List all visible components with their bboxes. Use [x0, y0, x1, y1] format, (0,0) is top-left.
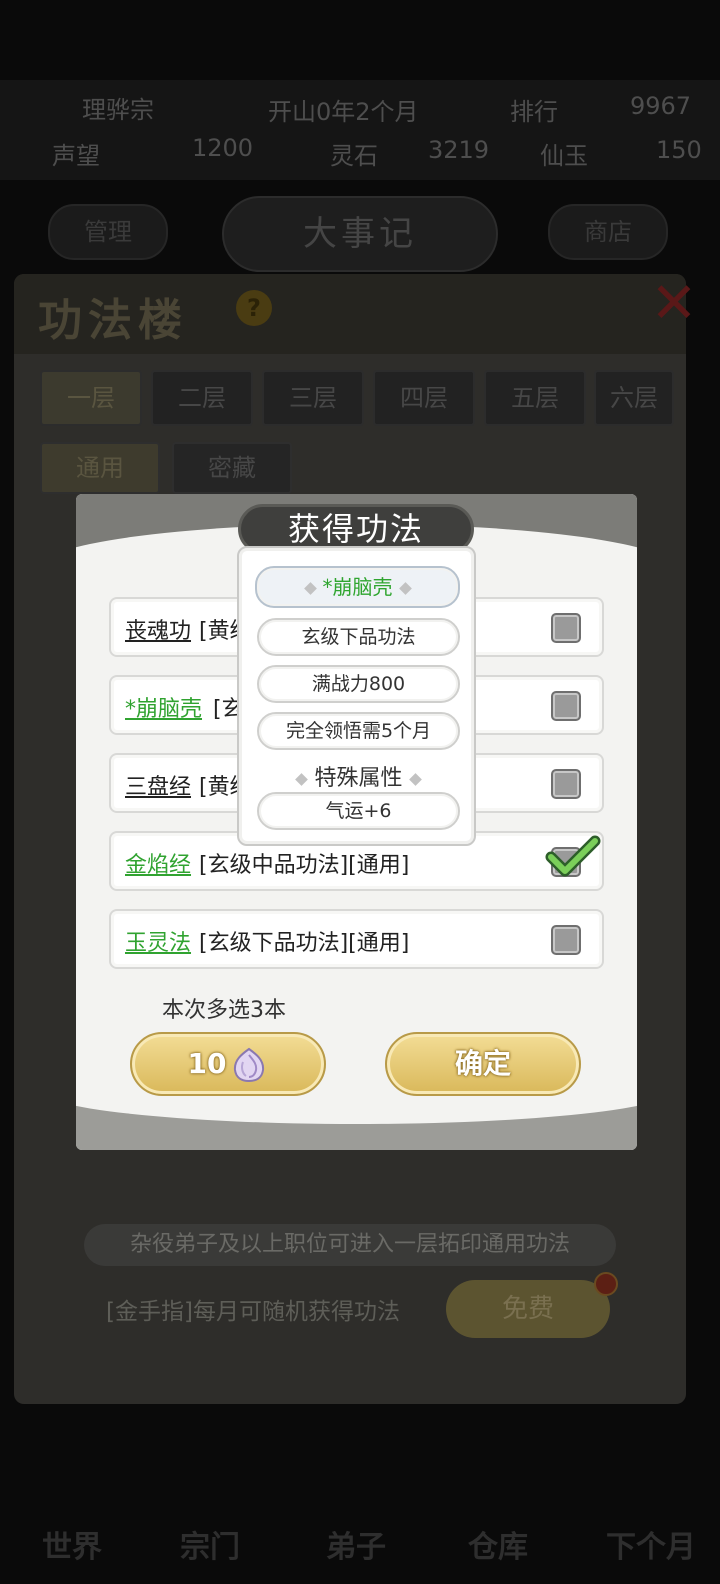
select-checkbox[interactable]	[551, 691, 581, 721]
select-checkbox[interactable]	[551, 613, 581, 643]
multi-select-text: 本次多选3本	[162, 998, 286, 1023]
stat2-value: 3219	[428, 136, 490, 164]
close-icon[interactable]: ✕	[644, 274, 704, 334]
select-checkbox[interactable]	[551, 769, 581, 799]
score-value: 9967	[630, 92, 692, 120]
technique-name[interactable]: 三盘经	[125, 769, 191, 801]
floor-tab-1[interactable]: 一层	[40, 370, 142, 426]
notification-dot	[594, 1272, 618, 1296]
events-title[interactable]: 大事记	[222, 196, 498, 272]
hall-title: 功法楼	[38, 295, 188, 346]
tooltip-name-pill: *崩脑壳	[255, 566, 460, 608]
nav-next-month[interactable]: 下个月	[586, 1522, 716, 1566]
stat2-label: 灵石	[330, 142, 378, 170]
free-button[interactable]: 免费	[446, 1280, 610, 1338]
stat3-value: 150	[656, 136, 702, 164]
nav-disciples[interactable]: 弟子	[296, 1522, 416, 1566]
spirit-crystal-icon	[234, 1047, 265, 1083]
technique-name[interactable]: 丧魂功	[125, 613, 191, 645]
tooltip-attribute: 气运+6	[257, 792, 460, 830]
tooltip-comprehend: 完全领悟需5个月	[257, 712, 460, 750]
technique-tags: [玄级中品功法][通用]	[199, 853, 410, 878]
tab-secret[interactable]: 密藏	[172, 442, 292, 494]
shop-button[interactable]: 商店	[548, 204, 668, 260]
checkmark-icon	[545, 835, 601, 877]
golden-finger-text: [金手指]每月可随机获得功法	[106, 1299, 400, 1325]
ranking-label[interactable]: 排行	[510, 92, 558, 127]
technique-tags: [玄级下品功法][通用]	[199, 931, 410, 956]
refresh-cost: 10	[187, 1047, 227, 1080]
help-icon[interactable]: ?	[236, 290, 272, 326]
nav-warehouse[interactable]: 仓库	[438, 1522, 558, 1566]
diamond-icon	[408, 772, 422, 786]
bottom-nav: 世界 宗门 弟子 仓库 下个月	[0, 1470, 720, 1584]
nav-world[interactable]: 世界	[12, 1522, 132, 1566]
confirm-button[interactable]: 确定	[385, 1032, 581, 1096]
tooltip-grade: 玄级下品功法	[257, 618, 460, 656]
sect-name: 理骅宗	[82, 96, 154, 124]
tooltip-name: *崩脑壳	[322, 575, 393, 599]
top-status-bar: 理骅宗 开山0年2个月 排行 9967 声望 1200 灵石 3219 仙玉 1…	[0, 80, 720, 180]
technique-name[interactable]: *崩脑壳	[125, 691, 202, 723]
technique-row-5[interactable]: 玉灵法 [玄级下品功法][通用]	[109, 909, 604, 969]
technique-name[interactable]: 金焰经	[125, 847, 191, 879]
floor-tab-5[interactable]: 五层	[484, 370, 586, 426]
stat3-label: 仙玉	[540, 142, 588, 170]
manage-button[interactable]: 管理	[48, 204, 168, 260]
dialog-bottom-decor	[76, 1054, 637, 1150]
nav-sect[interactable]: 宗门	[150, 1522, 270, 1566]
floor-tab-3[interactable]: 三层	[262, 370, 364, 426]
diamond-icon	[398, 582, 412, 595]
refresh-button[interactable]: 10	[130, 1032, 326, 1096]
technique-name[interactable]: 玉灵法	[125, 925, 191, 957]
select-checkbox[interactable]	[551, 925, 581, 955]
technique-tooltip: *崩脑壳 玄级下品功法 满战力800 完全领悟需5个月 特殊属性 气运+6	[237, 546, 476, 846]
tab-general[interactable]: 通用	[40, 442, 160, 494]
diamond-icon	[303, 582, 317, 595]
stat1-label: 声望	[52, 142, 100, 170]
floor-notice: 杂役弟子及以上职位可进入一层拓印通用功法	[84, 1224, 616, 1266]
stat1-value: 1200	[192, 134, 254, 162]
time-text: 开山0年2个月	[268, 98, 419, 126]
floor-tab-6[interactable]: 六层	[594, 370, 674, 426]
tooltip-power: 满战力800	[257, 665, 460, 703]
floor-tab-2[interactable]: 二层	[151, 370, 253, 426]
floor-tab-4[interactable]: 四层	[373, 370, 475, 426]
tooltip-section-title: 特殊属性	[239, 760, 478, 792]
diamond-icon	[295, 772, 309, 786]
